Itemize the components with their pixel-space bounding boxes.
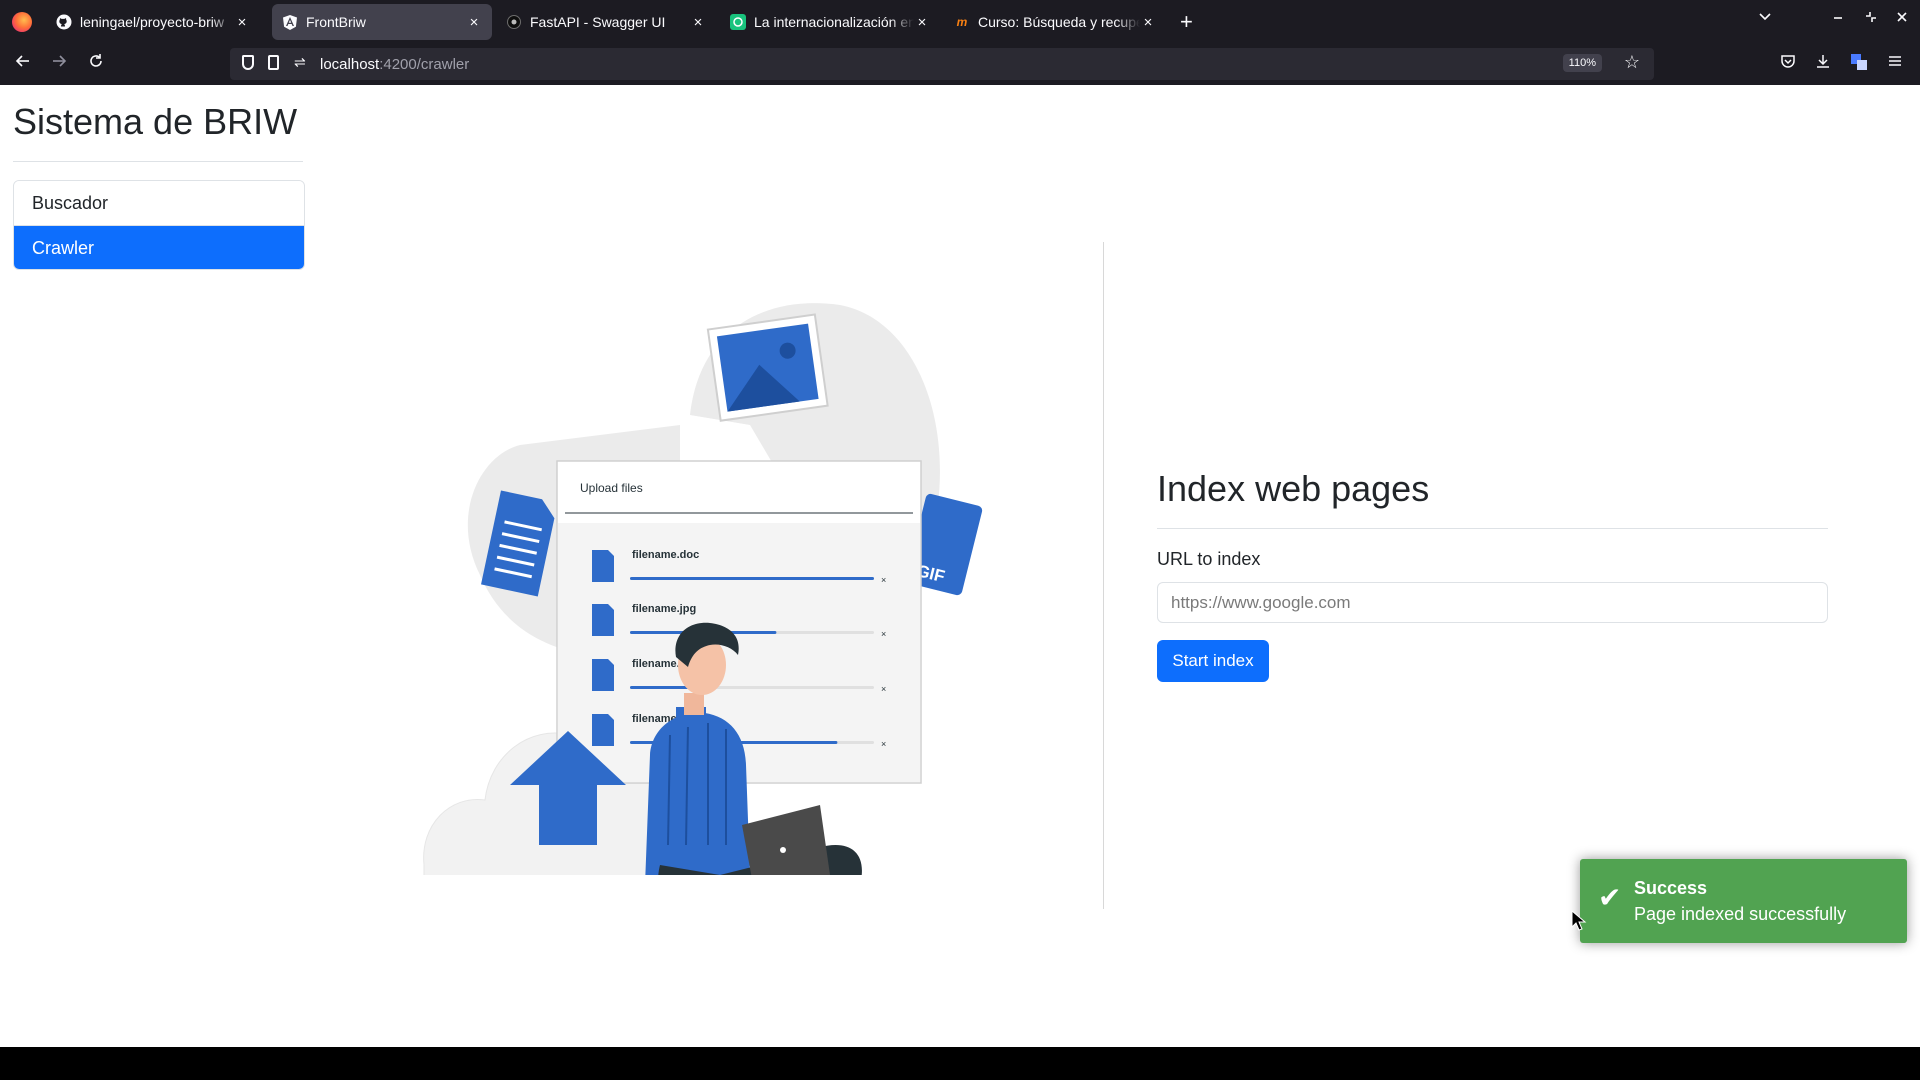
tab-swagger[interactable]: FastAPI - Swagger UI ×: [496, 4, 716, 40]
url-field-label: URL to index: [1157, 549, 1261, 569]
site-title: Sistema de BRIW: [13, 101, 298, 142]
pocket-icon[interactable]: [1780, 53, 1796, 74]
moodle-icon: m: [956, 15, 968, 29]
permissions-icon[interactable]: ⇌: [294, 54, 306, 71]
sidebar-item-crawler[interactable]: Crawler: [14, 225, 304, 269]
reload-button[interactable]: [87, 52, 105, 75]
translate-extension-icon[interactable]: [1850, 53, 1868, 76]
close-tab-icon[interactable]: ×: [914, 14, 930, 31]
sidebar-item-buscador[interactable]: Buscador: [14, 181, 304, 225]
toast-message: Page indexed successfully: [1634, 904, 1847, 924]
back-button[interactable]: [14, 52, 32, 75]
bookmark-star-icon[interactable]: ☆: [1624, 52, 1640, 73]
forward-button[interactable]: [50, 52, 68, 75]
progress-bar: [630, 577, 874, 580]
tab-moodle[interactable]: m Curso: Búsqueda y recupe ×: [944, 4, 1166, 40]
menu-icon[interactable]: [1887, 53, 1903, 74]
close-tab-icon[interactable]: ×: [234, 14, 250, 31]
success-toast[interactable]: ✔ Success Page indexed successfully: [1580, 859, 1907, 943]
toast-title: Success: [1634, 878, 1708, 898]
divider: [13, 161, 303, 162]
remove-icon: ×: [881, 629, 886, 639]
remove-icon: ×: [881, 684, 886, 694]
tab-title: FastAPI - Swagger UI: [530, 14, 666, 30]
zoom-indicator[interactable]: 110%: [1562, 54, 1602, 72]
file-name: filename.jpg: [632, 603, 696, 615]
restore-button[interactable]: [1864, 10, 1878, 29]
sidebar-nav: Buscador Crawler: [13, 180, 305, 270]
address-bar[interactable]: ⇌ localhost:4200/crawler 110% ☆: [230, 48, 1654, 80]
remove-icon: ×: [881, 575, 886, 585]
tab-github[interactable]: leningael/proyecto-briw ×: [46, 4, 260, 40]
downloads-icon[interactable]: [1815, 53, 1831, 74]
tab-strip: leningael/proyecto-briw × FrontBriw × Fa…: [0, 0, 1920, 44]
minimize-button[interactable]: [1832, 10, 1844, 29]
tab-title: La internacionalización en: [754, 14, 914, 30]
close-tab-icon[interactable]: ×: [690, 14, 706, 31]
new-tab-button[interactable]: +: [1180, 10, 1193, 34]
tracking-protection-icon[interactable]: [242, 55, 254, 70]
url-text[interactable]: localhost:4200/crawler: [320, 56, 469, 73]
upload-header: Upload files: [580, 481, 643, 495]
close-tab-icon[interactable]: ×: [1140, 14, 1156, 31]
start-index-button[interactable]: Start index: [1157, 640, 1269, 682]
divider: [1157, 528, 1828, 529]
list-all-tabs-icon[interactable]: [1758, 10, 1772, 29]
swagger-icon: [506, 14, 522, 30]
url-host: localhost: [320, 56, 380, 73]
checkmark-icon: ✔: [1598, 882, 1622, 913]
remove-icon: ×: [881, 739, 886, 749]
file-name: filename.doc: [632, 549, 699, 561]
chatgpt-icon: [730, 14, 746, 30]
firefox-icon[interactable]: [12, 12, 32, 32]
tab-title: FrontBriw: [306, 14, 366, 30]
tab-title: Curso: Búsqueda y recupe: [978, 14, 1140, 30]
navigation-toolbar: ⇌ localhost:4200/crawler 110% ☆: [0, 44, 1920, 85]
mouse-cursor-icon: [1571, 910, 1587, 931]
close-window-button[interactable]: [1896, 10, 1908, 29]
vertical-divider: [1103, 242, 1104, 909]
image-photo: [706, 313, 829, 422]
github-icon: [56, 14, 72, 30]
angular-icon: [282, 14, 298, 30]
tab-frontbriw[interactable]: FrontBriw ×: [272, 4, 492, 40]
close-tab-icon[interactable]: ×: [466, 14, 482, 31]
tab-title: leningael/proyecto-briw: [80, 14, 224, 30]
url-input[interactable]: [1157, 582, 1828, 623]
upload-files-illustration: GIF Upload files filename.doc × filename…: [423, 303, 983, 875]
index-form-title: Index web pages: [1157, 468, 1430, 509]
browser-chrome: leningael/proyecto-briw × FrontBriw × Fa…: [0, 0, 1920, 85]
page-info-icon[interactable]: [268, 55, 279, 70]
tab-chatgpt[interactable]: La internacionalización en ×: [720, 4, 940, 40]
url-path: :4200/crawler: [379, 56, 470, 73]
